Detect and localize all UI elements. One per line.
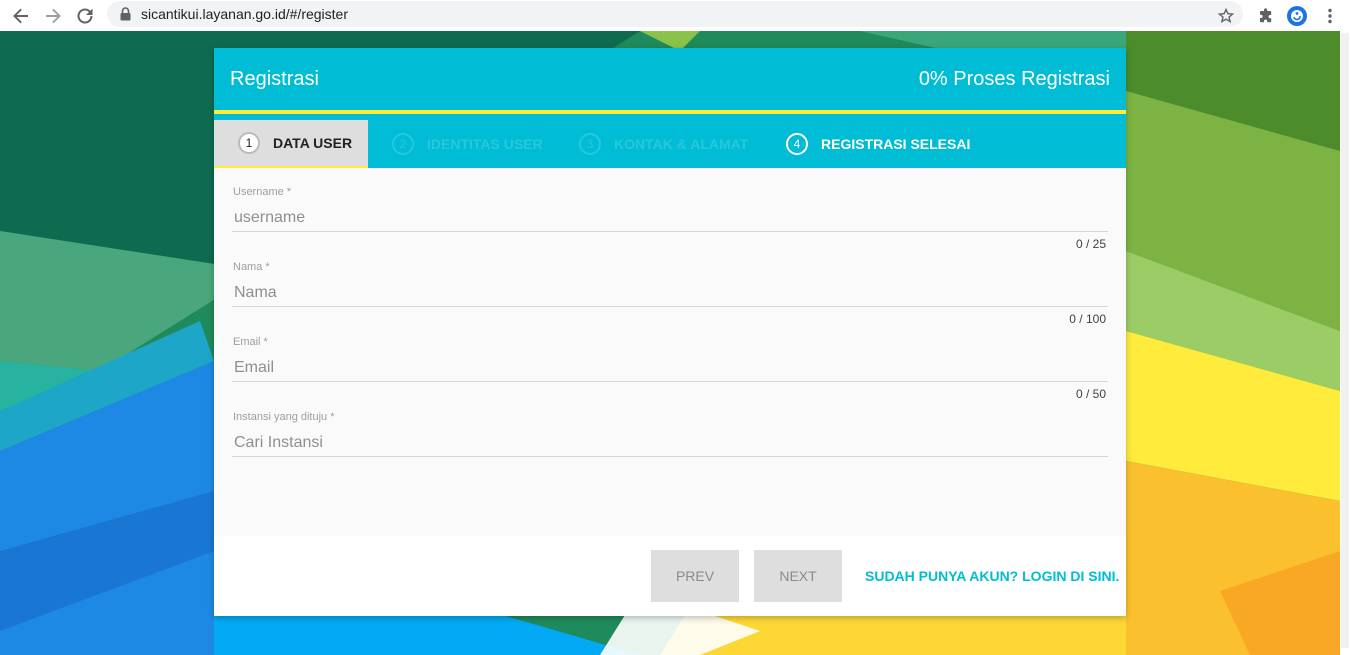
step-number: 2 <box>392 133 414 155</box>
browser-toolbar: sicantikui.layanan.go.id/#/register <box>0 0 1350 31</box>
step-tab-data-user[interactable]: 1 DATA USER <box>214 120 368 168</box>
instansi-label: Instansi yang dituju * <box>233 411 335 423</box>
scrollbar-thumb[interactable] <box>1341 33 1349 648</box>
registration-steps: 1 DATA USER 2 IDENTITAS USER 3 KONTAK & … <box>214 120 1126 168</box>
lock-icon <box>118 6 132 22</box>
step-tab-identitas-user[interactable]: 2 IDENTITAS USER <box>392 120 543 168</box>
profile-avatar-icon[interactable] <box>1285 4 1309 28</box>
prev-button[interactable]: PREV <box>651 550 739 602</box>
step-label: REGISTRASI SELESAI <box>821 136 971 152</box>
username-label: Username * <box>233 186 292 198</box>
username-input[interactable] <box>232 204 1108 232</box>
nama-input[interactable] <box>232 279 1108 307</box>
url-text: sicantikui.layanan.go.id/#/register <box>141 6 349 22</box>
nama-char-counter: 0 / 100 <box>1069 312 1106 326</box>
instansi-search-input[interactable] <box>232 429 1108 457</box>
email-input[interactable] <box>232 354 1108 382</box>
step-number: 4 <box>786 133 808 155</box>
card-footer: PREV NEXT SUDAH PUNYA AKUN? LOGIN DI SIN… <box>214 536 1126 616</box>
email-char-counter: 0 / 50 <box>1075 387 1106 401</box>
step-tab-kontak-alamat[interactable]: 3 KONTAK & ALAMAT <box>579 120 748 168</box>
address-bar[interactable]: sicantikui.layanan.go.id/#/register <box>107 1 1243 27</box>
forward-arrow-icon[interactable] <box>41 4 65 28</box>
reload-icon[interactable] <box>73 4 97 28</box>
back-arrow-icon[interactable] <box>9 4 33 28</box>
email-label: Email * <box>233 336 268 348</box>
registration-card: Registrasi 0% Proses Registrasi 1 DATA U… <box>214 48 1126 616</box>
step-number: 3 <box>579 133 601 155</box>
registration-progress-text: 0% Proses Registrasi <box>918 68 1110 90</box>
nama-label: Nama * <box>233 261 270 273</box>
step-number: 1 <box>238 132 260 154</box>
step-label: IDENTITAS USER <box>427 136 543 152</box>
step-label: KONTAK & ALAMAT <box>614 136 749 152</box>
bookmark-star-icon[interactable] <box>1214 4 1238 28</box>
data-user-form: Username * 0 / 25 Nama * 0 / 100 Email *… <box>214 168 1126 536</box>
step-tab-registrasi-selesai[interactable]: 4 REGISTRASI SELESAI <box>786 120 970 168</box>
step-label: DATA USER <box>273 135 353 151</box>
page-scrollbar[interactable] <box>1340 31 1350 655</box>
extensions-puzzle-icon[interactable] <box>1254 4 1278 28</box>
kebab-menu-icon[interactable] <box>1318 4 1342 28</box>
card-header: Registrasi 0% Proses Registrasi <box>214 48 1126 110</box>
card-title: Registrasi <box>230 68 319 90</box>
next-button[interactable]: NEXT <box>754 550 842 602</box>
username-char-counter: 0 / 25 <box>1075 237 1106 251</box>
login-link[interactable]: SUDAH PUNYA AKUN? LOGIN DI SINI. <box>865 568 1119 584</box>
